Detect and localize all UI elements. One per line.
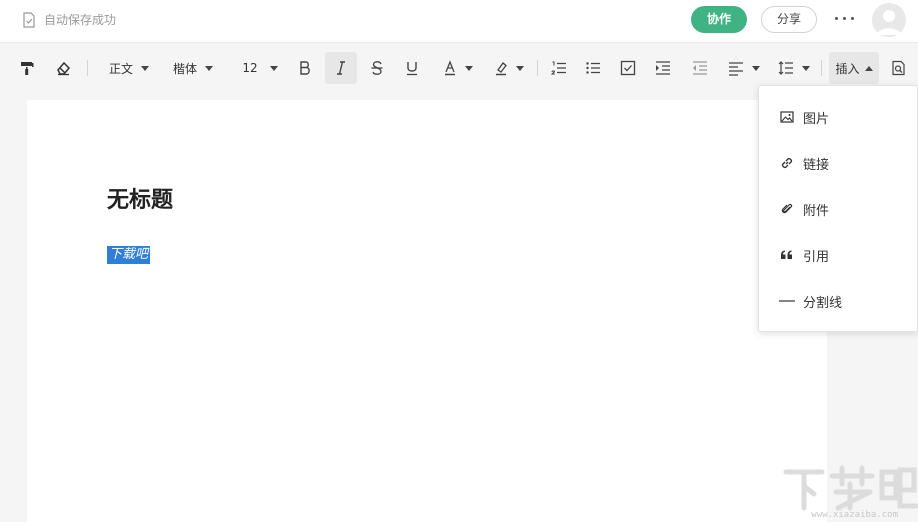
font-color-dropdown[interactable] [438, 54, 478, 82]
insert-menu-item-quote[interactable]: 引用 [779, 244, 829, 266]
quote-icon [779, 247, 795, 263]
insert-dropdown[interactable]: 插入 [829, 52, 879, 84]
highlighter-icon [496, 62, 507, 76]
checkbox-icon [620, 60, 636, 76]
save-status: 自动保存成功 [22, 11, 116, 28]
link-icon [779, 155, 795, 171]
insert-menu-label: 引用 [803, 249, 830, 265]
image-icon [779, 109, 795, 125]
watermark: www.xiazaiba.com [780, 462, 918, 522]
top-bar: 自动保存成功 协作 分享 [0, 0, 918, 43]
user-avatar-icon [877, 10, 901, 35]
format-painter-button[interactable] [16, 54, 38, 82]
italic-icon [337, 61, 345, 75]
watermark-logo [783, 465, 918, 511]
ordered-list-icon [551, 61, 566, 75]
italic-button[interactable] [325, 52, 357, 84]
more-dot-icon [835, 17, 838, 20]
chevron-down-icon [752, 65, 760, 71]
ordered-list-button[interactable] [547, 54, 571, 82]
bullet-list-button[interactable] [581, 54, 605, 82]
font-size-dropdown[interactable]: 12 [238, 54, 282, 82]
align-left-icon [729, 62, 743, 76]
insert-menu-item-divider[interactable]: 分割线 [779, 290, 842, 312]
checklist-button[interactable] [616, 54, 640, 82]
selected-text[interactable]: 下载吧 [107, 246, 151, 264]
toolbar-divider [821, 60, 822, 76]
insert-menu-item-link[interactable]: 链接 [779, 152, 829, 174]
font-size-value: 12 [242, 61, 258, 75]
highlight-color-dropdown[interactable] [489, 54, 529, 82]
save-status-text: 自动保存成功 [44, 13, 117, 27]
clear-format-button[interactable] [52, 54, 74, 82]
indent-icon [656, 61, 670, 75]
line-spacing-dropdown[interactable] [774, 54, 814, 82]
underline-icon [407, 62, 417, 76]
share-button[interactable]: 分享 [761, 6, 817, 33]
font-family-dropdown[interactable]: 楷体 [168, 54, 218, 82]
divider-icon [779, 293, 795, 309]
chevron-down-icon [269, 65, 278, 71]
bullet-list-icon [586, 62, 600, 74]
toolbar-divider [537, 60, 538, 76]
attachment-icon [779, 201, 795, 217]
insert-menu-label: 附件 [803, 203, 830, 219]
chevron-up-icon [864, 65, 873, 71]
strikethrough-icon [371, 61, 383, 75]
line-spacing-icon [778, 61, 793, 75]
search-document-icon [892, 60, 905, 76]
find-button[interactable] [888, 54, 910, 82]
align-dropdown[interactable] [724, 54, 764, 82]
document-title[interactable]: 无标题 [107, 182, 173, 214]
collaborate-button[interactable]: 协作 [691, 6, 747, 33]
indent-button[interactable] [651, 54, 675, 82]
document-page[interactable]: 无标题 下载吧 [27, 100, 827, 522]
insert-menu-label: 链接 [803, 157, 830, 173]
insert-menu-label: 图片 [803, 111, 830, 127]
bold-button[interactable] [293, 54, 317, 82]
insert-label: 插入 [835, 61, 860, 76]
format-painter-icon [21, 62, 34, 75]
user-avatar[interactable] [872, 3, 906, 37]
chevron-down-icon [465, 65, 473, 71]
font-color-icon [445, 60, 455, 76]
paragraph-style-dropdown[interactable]: 正文 [104, 54, 154, 82]
watermark-url: www.xiazaiba.com [811, 510, 898, 520]
strikethrough-button[interactable] [365, 54, 389, 82]
insert-menu-item-attachment[interactable]: 附件 [779, 198, 829, 220]
outdent-button[interactable] [688, 54, 712, 82]
more-options-button[interactable] [832, 9, 858, 29]
document-saved-icon [23, 11, 35, 28]
underline-button[interactable] [400, 54, 424, 82]
insert-menu-item-image[interactable]: 图片 [779, 106, 829, 128]
toolbar-divider [87, 60, 88, 76]
chevron-down-icon [141, 65, 149, 71]
chevron-down-icon [802, 65, 810, 71]
bold-icon [300, 61, 310, 75]
eraser-icon [57, 61, 71, 76]
more-dot-icon [843, 17, 846, 20]
font-family-value: 楷体 [172, 61, 197, 76]
chevron-down-icon [205, 65, 213, 71]
insert-menu: 图片 链接 附件 引用 分割线 [758, 85, 918, 332]
insert-menu-label: 分割线 [803, 295, 843, 311]
chevron-down-icon [516, 65, 524, 71]
paragraph-style-value: 正文 [108, 61, 133, 76]
more-dot-icon [851, 17, 854, 20]
outdent-icon [693, 61, 707, 75]
